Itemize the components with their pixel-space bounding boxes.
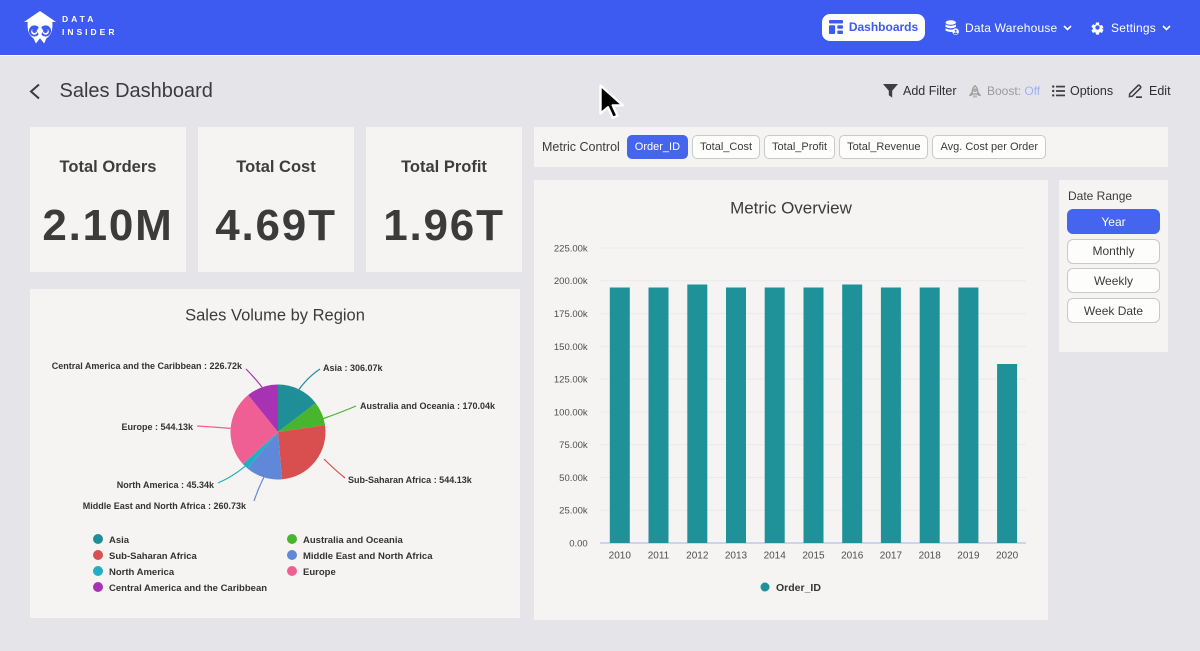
svg-text:25.00k: 25.00k: [559, 506, 588, 517]
svg-text:2020: 2020: [996, 551, 1019, 562]
svg-text:Metric Overview: Metric Overview: [730, 199, 853, 218]
svg-text:Middle East and North Africa: Middle East and North Africa: [303, 551, 433, 562]
svg-text:Europe : 544.13k: Europe : 544.13k: [121, 422, 194, 432]
svg-text:125.00k: 125.00k: [554, 375, 588, 386]
svg-text:50.00k: 50.00k: [559, 473, 588, 484]
svg-text:Asia : 306.07k: Asia : 306.07k: [323, 363, 384, 373]
svg-text:Sub-Saharan Africa: Sub-Saharan Africa: [109, 551, 198, 562]
svg-text:2012: 2012: [686, 551, 709, 562]
svg-text:2011: 2011: [648, 551, 670, 562]
svg-text:2015: 2015: [802, 551, 825, 562]
svg-text:Central America and the Caribb: Central America and the Caribbean: [109, 583, 267, 594]
svg-text:Europe: Europe: [303, 567, 336, 578]
svg-text:2014: 2014: [764, 551, 787, 562]
svg-text:100.00k: 100.00k: [554, 407, 588, 418]
svg-text:2013: 2013: [725, 551, 748, 562]
svg-text:2019: 2019: [957, 551, 980, 562]
svg-text:Central America and the Caribb: Central America and the Caribbean : 226.…: [52, 361, 243, 371]
svg-text:Order_ID: Order_ID: [776, 582, 821, 594]
svg-text:Asia: Asia: [109, 535, 130, 546]
svg-text:225.00k: 225.00k: [554, 244, 588, 255]
svg-text:Sales Volume by Region: Sales Volume by Region: [185, 307, 365, 325]
svg-text:Australia and Oceania: Australia and Oceania: [303, 535, 404, 546]
svg-text:Sub-Saharan Africa : 544.13k: Sub-Saharan Africa : 544.13k: [348, 475, 473, 485]
svg-text:Middle East and North Africa :: Middle East and North Africa : 260.73k: [83, 501, 247, 511]
svg-text:0.00: 0.00: [569, 539, 588, 550]
svg-text:North America: North America: [109, 567, 175, 578]
svg-text:North America : 45.34k: North America : 45.34k: [117, 480, 215, 490]
svg-text:2010: 2010: [609, 551, 632, 562]
svg-text:75.00k: 75.00k: [559, 440, 588, 451]
svg-text:Australia and Oceania : 170.04: Australia and Oceania : 170.04k: [360, 401, 496, 411]
svg-text:2016: 2016: [841, 551, 864, 562]
svg-text:2018: 2018: [919, 551, 942, 562]
svg-text:200.00k: 200.00k: [554, 276, 588, 287]
svg-text:150.00k: 150.00k: [554, 342, 588, 353]
svg-text:2017: 2017: [880, 551, 903, 562]
svg-text:175.00k: 175.00k: [554, 309, 588, 320]
